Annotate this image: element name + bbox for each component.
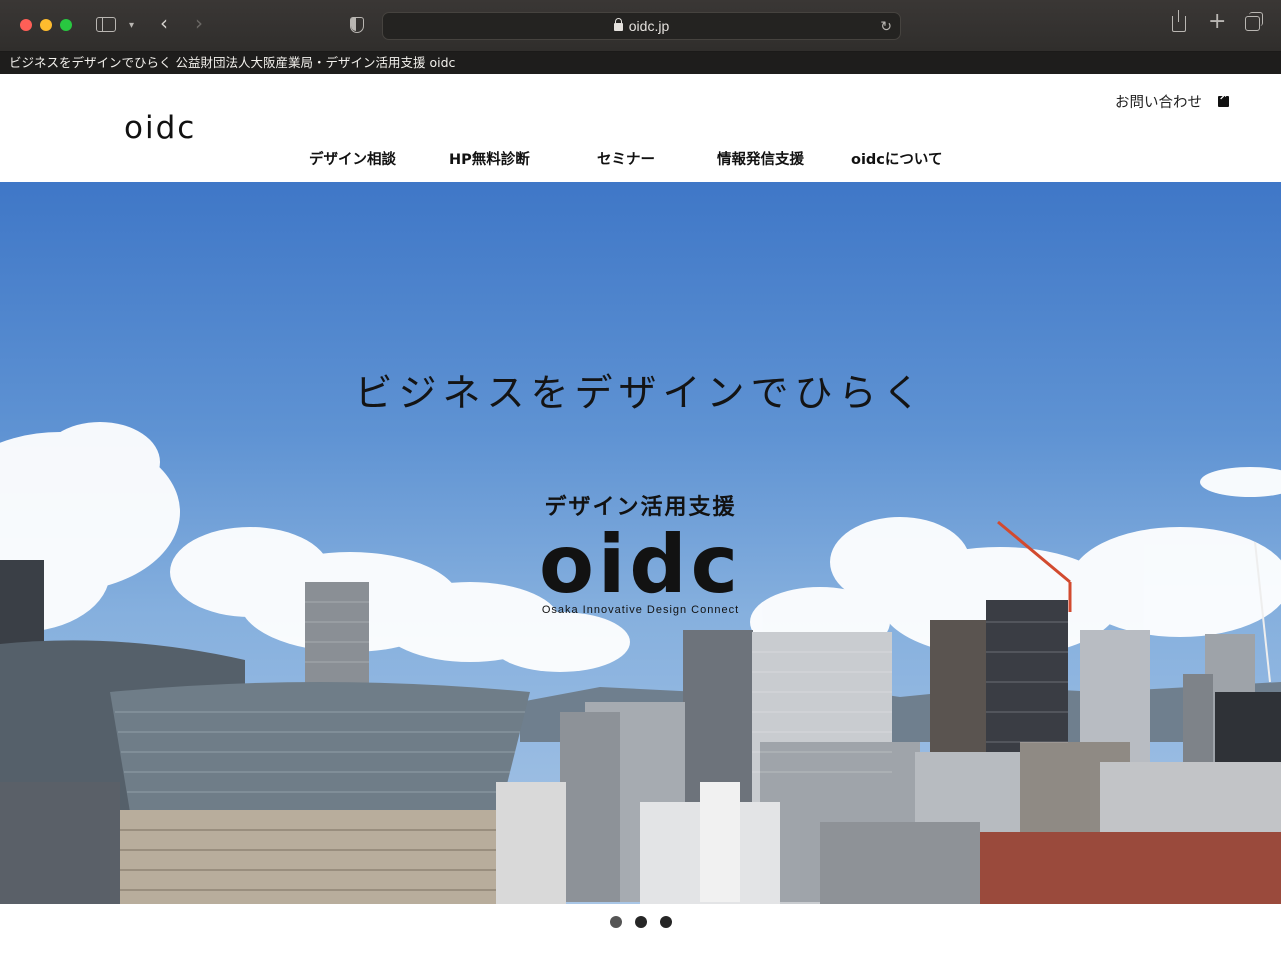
- page-title-tooltip: ビジネスをデザインでひらく 公益財団法人大阪産業局・デザイン活用支援 oidc: [0, 52, 1281, 74]
- contact-label: お問い合わせ: [1115, 95, 1202, 111]
- nav-item-about[interactable]: oidcについて: [851, 148, 942, 169]
- url-text: oidc.jp: [628, 18, 670, 34]
- carousel-indicators: [0, 916, 1281, 928]
- site-logo[interactable]: oidc: [124, 110, 196, 146]
- tab-overview-icon[interactable]: [1245, 12, 1263, 31]
- nav-item-seminar[interactable]: セミナー: [597, 148, 655, 169]
- forward-icon[interactable]: ›: [195, 13, 203, 33]
- nav-item-design-consult[interactable]: デザイン相談: [309, 148, 396, 169]
- hero-caption: Osaka Innovative Design Connect: [541, 604, 740, 616]
- hero-slider[interactable]: ビジネスをデザインでひらく デザイン活用支援 oidc Osaka Innova…: [0, 182, 1281, 904]
- address-bar[interactable]: oidc.jp ↻: [382, 12, 901, 40]
- web-page: oidc お問い合わせ デザイン相談 HP無料診断 セミナー 情報発信支援 oi…: [0, 74, 1281, 955]
- shield-icon[interactable]: [350, 17, 364, 33]
- new-tab-icon[interactable]: +: [1208, 11, 1226, 33]
- carousel-dot[interactable]: [659, 916, 672, 928]
- browser-toolbar: ▾ ‹ › oidc.jp ↻ +: [0, 0, 1281, 52]
- minimize-window-button[interactable]: [40, 19, 52, 31]
- carousel-dot[interactable]: [609, 916, 622, 928]
- contact-link[interactable]: お問い合わせ: [1115, 91, 1229, 112]
- reload-icon[interactable]: ↻: [880, 18, 892, 35]
- chevron-down-icon[interactable]: ▾: [129, 18, 134, 34]
- carousel-dot[interactable]: [634, 916, 647, 928]
- hero-tagline: ビジネスをデザインでひらく: [354, 371, 927, 415]
- sidebar-icon[interactable]: [96, 17, 116, 32]
- back-icon[interactable]: ‹: [160, 13, 168, 33]
- lock-icon: [613, 18, 623, 31]
- nav-item-info-support[interactable]: 情報発信支援: [717, 148, 804, 169]
- external-link-icon: [1218, 92, 1229, 107]
- share-icon[interactable]: [1172, 10, 1186, 32]
- hero-logo: oidc: [538, 518, 743, 611]
- hero-subtitle: デザイン活用支援: [544, 495, 737, 520]
- nav-item-hp-diagnosis[interactable]: HP無料診断: [449, 148, 530, 169]
- zoom-window-button[interactable]: [60, 19, 72, 31]
- close-window-button[interactable]: [20, 19, 32, 31]
